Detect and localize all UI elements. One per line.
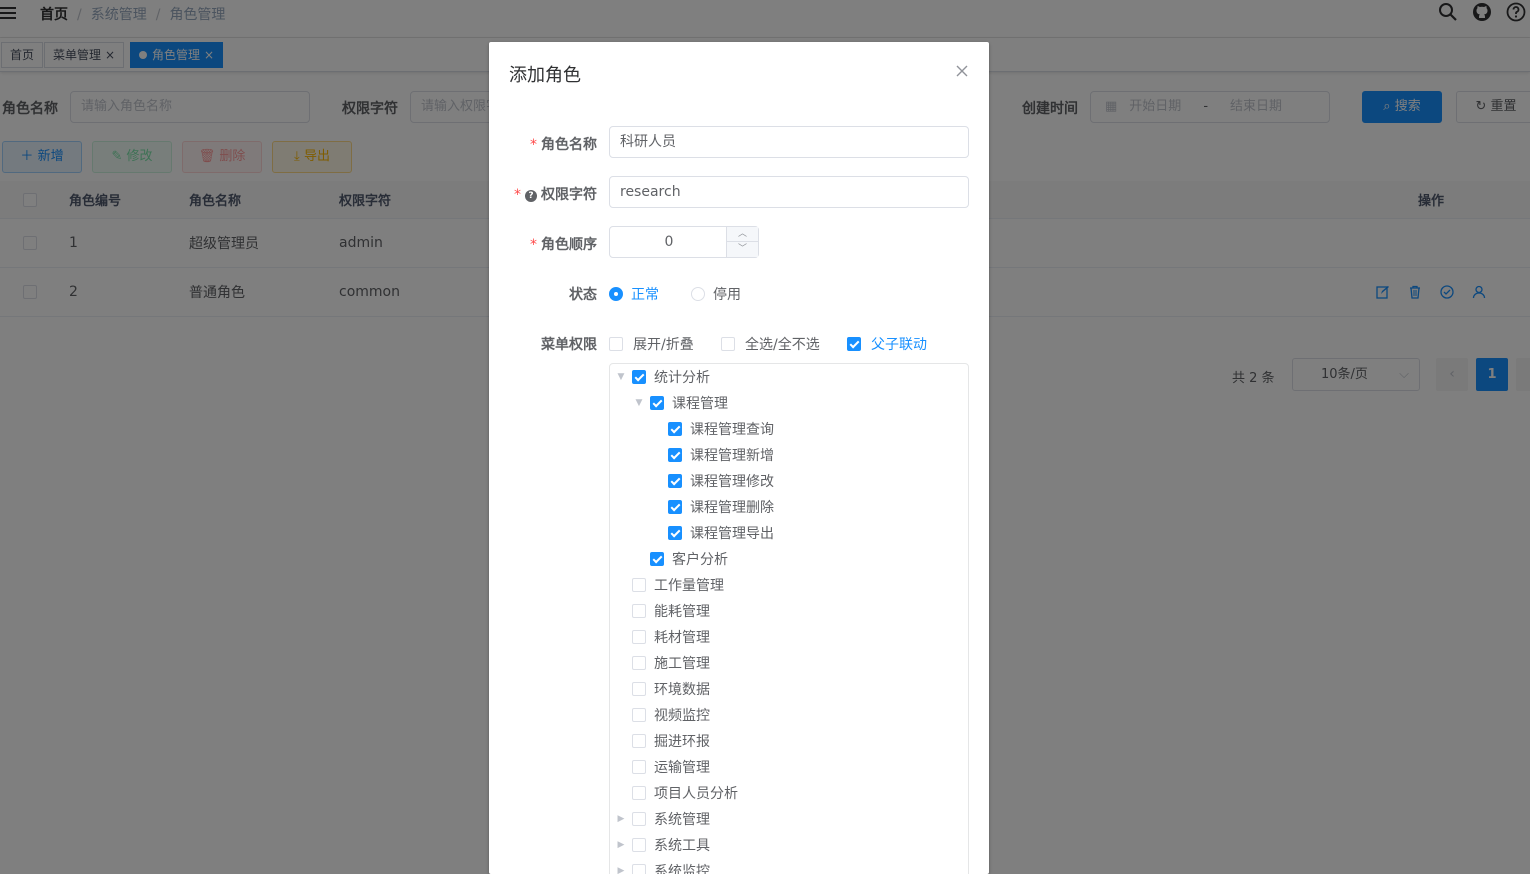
dialog-title: 添加角色 xyxy=(509,65,581,86)
tree-node[interactable]: 视频监控 xyxy=(614,702,710,728)
tree-node[interactable]: ▶ 系统管理 xyxy=(614,806,710,832)
tree-node[interactable]: 课程管理修改 xyxy=(650,468,774,494)
tree-node-checkbox[interactable] xyxy=(668,526,682,540)
tree-node-label: 视频监控 xyxy=(654,708,710,724)
tree-node-checkbox[interactable] xyxy=(632,682,646,696)
perm-key-input[interactable]: research xyxy=(609,176,969,208)
tree-node-label: 系统监控 xyxy=(654,864,710,874)
status-form-label: 状态 xyxy=(569,287,597,303)
tree-node-checkbox[interactable] xyxy=(668,422,682,436)
tree-node-label: 课程管理导出 xyxy=(690,526,774,542)
tree-node-label: 能耗管理 xyxy=(654,604,710,620)
menu-perm-form-label: 菜单权限 xyxy=(541,337,597,353)
add-role-dialog: 添加角色 * 角色名称 科研人员 *? 权限字符 research * 角色顺序 0 … xyxy=(489,42,989,874)
tree-node-checkbox[interactable] xyxy=(632,838,646,852)
menu-tree: ▼ 统计分析 ▼ 课程管理课程管理查询 课程管理新增 课程管理修改 课程管理删除 课程管理导出… xyxy=(609,363,969,874)
parent-child-link-checkbox[interactable]: 父子联动 xyxy=(847,334,927,354)
order-value[interactable]: 0 xyxy=(610,227,728,257)
tree-node-label: 课程管理查询 xyxy=(690,422,774,438)
tree-node-label: 掘进环报 xyxy=(654,734,710,750)
tree-node[interactable]: 项目人员分析 xyxy=(614,780,738,806)
tree-node-label: 系统工具 xyxy=(654,838,710,854)
tree-node-checkbox[interactable] xyxy=(632,578,646,592)
tree-node-label: 项目人员分析 xyxy=(654,786,738,802)
tree-node[interactable]: ▶ 系统监控 xyxy=(614,858,710,874)
tree-node-label: 统计分析 xyxy=(654,370,710,386)
caret-right-icon[interactable]: ▶ xyxy=(614,814,628,824)
tree-node-checkbox[interactable] xyxy=(632,656,646,670)
tree-node-label: 客户分析 xyxy=(672,552,728,568)
tree-node[interactable]: 运输管理 xyxy=(614,754,710,780)
question-icon[interactable]: ? xyxy=(525,190,537,202)
tree-node-checkbox[interactable] xyxy=(650,396,664,410)
tree-node-label: 课程管理修改 xyxy=(690,474,774,490)
tree-node-checkbox[interactable] xyxy=(668,474,682,488)
tree-node-label: 课程管理新增 xyxy=(690,448,774,464)
tree-node[interactable]: 环境数据 xyxy=(614,676,710,702)
tree-node[interactable]: 客户分析 xyxy=(632,546,728,572)
order-form-label: * 角色顺序 xyxy=(530,237,597,253)
tree-node[interactable]: ▼ 统计分析 xyxy=(614,364,710,390)
tree-node-label: 工作量管理 xyxy=(654,578,724,594)
tree-node-checkbox[interactable] xyxy=(632,370,646,384)
caret-right-icon[interactable]: ▶ xyxy=(614,840,628,850)
role-name-input[interactable]: 科研人员 xyxy=(609,126,969,158)
tree-node-checkbox[interactable] xyxy=(632,760,646,774)
order-stepper[interactable]: 0 ︿ ﹀ xyxy=(609,226,759,258)
tree-node[interactable]: ▶ 系统工具 xyxy=(614,832,710,858)
tree-node-checkbox[interactable] xyxy=(668,500,682,514)
select-all-checkbox[interactable]: 全选/全不选 xyxy=(721,334,820,354)
caret-down-icon[interactable]: ▼ xyxy=(632,398,646,408)
status-disabled-radio[interactable]: 停用 xyxy=(691,284,741,304)
tree-node-label: 运输管理 xyxy=(654,760,710,776)
perm-form-label: *? 权限字符 xyxy=(514,187,597,203)
tree-node[interactable]: 掘进环报 xyxy=(614,728,710,754)
tree-node-checkbox[interactable] xyxy=(632,604,646,618)
tree-node-checkbox[interactable] xyxy=(632,708,646,722)
tree-node[interactable]: 施工管理 xyxy=(614,650,710,676)
tree-node-label: 施工管理 xyxy=(654,656,710,672)
close-icon[interactable] xyxy=(955,64,969,78)
tree-node-label: 环境数据 xyxy=(654,682,710,698)
caret-down-icon[interactable]: ▼ xyxy=(614,372,628,382)
tree-node[interactable]: ▼ 课程管理 xyxy=(632,390,728,416)
tree-node[interactable]: 能耗管理 xyxy=(614,598,710,624)
expand-collapse-checkbox[interactable]: 展开/折叠 xyxy=(609,334,694,354)
role-name-form-label: * 角色名称 xyxy=(530,137,597,153)
tree-node-label: 课程管理 xyxy=(672,396,728,412)
tree-node-checkbox[interactable] xyxy=(632,786,646,800)
chevron-up-icon[interactable]: ︿ xyxy=(727,227,758,242)
tree-node-checkbox[interactable] xyxy=(668,448,682,462)
tree-node-label: 课程管理删除 xyxy=(690,500,774,516)
tree-node-checkbox[interactable] xyxy=(632,734,646,748)
tree-node[interactable]: 课程管理删除 xyxy=(650,494,774,520)
chevron-down-icon[interactable]: ﹀ xyxy=(727,242,758,257)
caret-right-icon[interactable]: ▶ xyxy=(614,866,628,874)
tree-node[interactable]: 课程管理新增 xyxy=(650,442,774,468)
tree-node-checkbox[interactable] xyxy=(650,552,664,566)
tree-node[interactable]: 课程管理导出 xyxy=(650,520,774,546)
tree-node[interactable]: 耗材管理 xyxy=(614,624,710,650)
status-normal-radio[interactable]: 正常 xyxy=(609,284,659,304)
tree-node-checkbox[interactable] xyxy=(632,812,646,826)
tree-node-checkbox[interactable] xyxy=(632,630,646,644)
tree-node-label: 系统管理 xyxy=(654,812,710,828)
tree-node[interactable]: 工作量管理 xyxy=(614,572,724,598)
tree-node[interactable]: 课程管理查询 xyxy=(650,416,774,442)
tree-node-label: 耗材管理 xyxy=(654,630,710,646)
tree-node-checkbox[interactable] xyxy=(632,864,646,874)
